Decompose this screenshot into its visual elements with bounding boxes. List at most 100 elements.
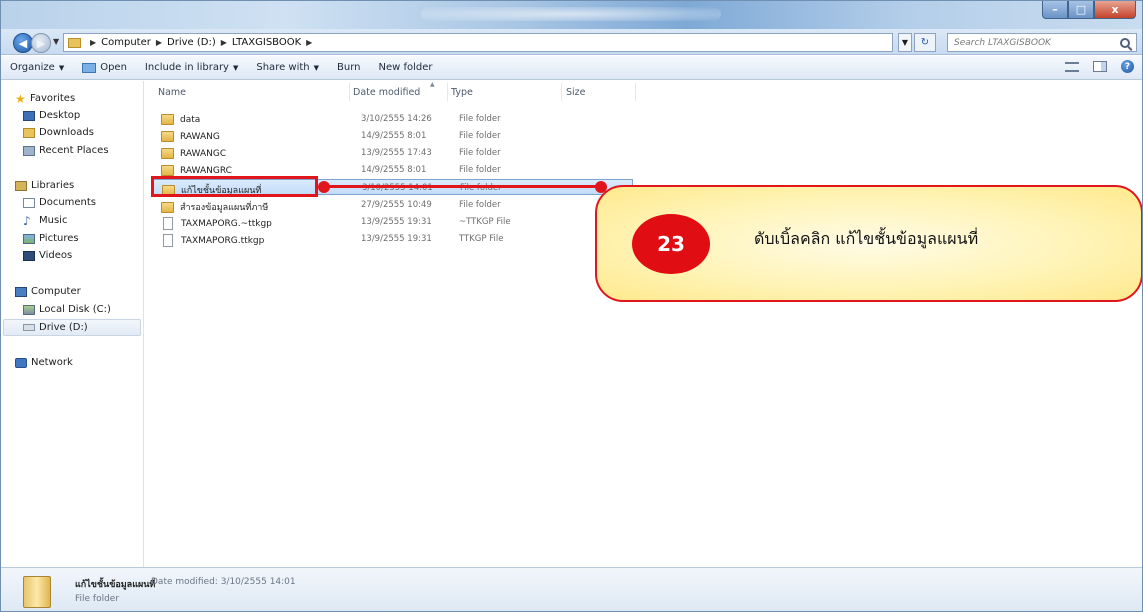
computer-icon	[15, 286, 27, 297]
nav-music[interactable]: ♪ Music	[23, 213, 67, 228]
nav-label: Computer	[31, 286, 81, 297]
details-pane: แก้ไขชั้นข้อมูลแผนที่ Date modified: 3/1…	[1, 567, 1142, 611]
file-row[interactable]: RAWANG 14/9/2555 8:01 File folder	[153, 128, 633, 144]
include-in-library-label: Include in library	[144, 62, 229, 73]
file-row[interactable]: TAXMAPORG.~ttkgp 13/9/2555 19:31 ~TTKGP …	[153, 214, 633, 230]
open-icon	[82, 62, 97, 73]
file-name-cell: TAXMAPORG.ttkgp	[161, 234, 264, 247]
nav-videos[interactable]: Videos	[23, 250, 72, 261]
address-history-dropdown[interactable]: ▼	[898, 33, 912, 52]
nav-favorites[interactable]: ★ Favorites	[15, 93, 75, 105]
address-bar[interactable]: ▶ Computer ▶ Drive (D:) ▶ LTAXGISBOOK ▶	[63, 33, 893, 52]
address-actions: ▼ ↻	[898, 33, 936, 52]
nav-computer[interactable]: Computer	[15, 286, 81, 297]
file-icon	[163, 234, 173, 247]
views-icon[interactable]	[1065, 61, 1079, 72]
nav-label: Documents	[39, 197, 97, 208]
minimize-button[interactable]: –	[1042, 1, 1068, 19]
file-name-cell: RAWANG	[161, 131, 220, 142]
highlight-box	[151, 176, 318, 197]
file-date: 27/9/2555 10:49	[361, 200, 432, 210]
column-headers: ▲ Name Date modified Type Size	[145, 81, 1142, 103]
close-button[interactable]: x	[1094, 1, 1136, 19]
file-row[interactable]: data 3/10/2555 14:26 File folder	[153, 111, 633, 127]
burn-button[interactable]: Burn	[328, 62, 369, 73]
column-header-date-modified[interactable]: Date modified	[353, 87, 420, 98]
navigation-bar: ◀ ▶ ▼ ▶ Computer ▶ Drive (D:) ▶ LTAXGISB…	[1, 29, 1142, 55]
forward-button[interactable]: ▶	[31, 33, 51, 53]
nav-drive-d[interactable]: Drive (D:)	[23, 322, 88, 333]
chevron-right-icon[interactable]: ▶	[306, 38, 312, 47]
callout-connector-line	[324, 185, 602, 188]
open-label: Open	[100, 62, 127, 73]
nav-network[interactable]: Network	[15, 357, 73, 368]
organize-label: Organize	[10, 62, 55, 73]
nav-documents[interactable]: Documents	[23, 197, 96, 208]
column-divider[interactable]	[447, 83, 448, 101]
music-icon: ♪	[23, 213, 31, 228]
hard-disk-icon	[23, 304, 35, 315]
column-header-type[interactable]: Type	[451, 87, 473, 98]
instruction-callout: 23 ดับเบิ้ลคลิก แก้ไขชั้นข้อมูลแผนที่	[595, 185, 1142, 302]
chevron-right-icon[interactable]: ▶	[221, 38, 227, 47]
file-row[interactable]: สำรองข้อมูลแผนที่ภาษี 27/9/2555 10:49 Fi…	[153, 197, 633, 213]
file-date: 14/9/2555 8:01	[361, 165, 427, 175]
help-icon[interactable]: ?	[1121, 60, 1134, 73]
caret-down-icon: ▼	[58, 63, 65, 72]
column-divider[interactable]	[561, 83, 562, 101]
column-divider[interactable]	[635, 83, 636, 101]
file-row[interactable]: TAXMAPORG.ttkgp 13/9/2555 19:31 TTKGP Fi…	[153, 231, 633, 247]
back-button[interactable]: ◀	[13, 33, 33, 53]
network-icon	[15, 357, 27, 368]
share-with-label: Share with	[256, 62, 310, 73]
file-name-cell: RAWANGRC	[161, 165, 232, 176]
column-header-name[interactable]: Name	[158, 87, 186, 98]
chevron-right-icon[interactable]: ▶	[156, 38, 162, 47]
nav-local-disk[interactable]: Local Disk (C:)	[23, 304, 111, 315]
pictures-icon	[23, 233, 35, 244]
file-icon	[163, 217, 173, 230]
nav-downloads[interactable]: Downloads	[23, 127, 94, 138]
open-button[interactable]: Open	[73, 62, 136, 73]
nav-label: Libraries	[31, 180, 75, 191]
chevron-right-icon[interactable]: ▶	[90, 38, 96, 47]
maximize-button[interactable]: □	[1068, 1, 1094, 19]
organize-menu[interactable]: Organize ▼	[1, 62, 73, 73]
search-input[interactable]: Search LTAXGISBOOK	[947, 33, 1137, 52]
recent-pages-dropdown[interactable]: ▼	[53, 37, 59, 46]
file-name: สำรองข้อมูลแผนที่ภาษี	[180, 203, 269, 213]
file-type: File folder	[459, 131, 501, 141]
column-header-size[interactable]: Size	[566, 87, 586, 98]
file-type: File folder	[459, 114, 501, 124]
refresh-icon: ↻	[920, 37, 930, 48]
breadcrumb-computer[interactable]: Computer	[101, 37, 151, 48]
nav-pictures[interactable]: Pictures	[23, 233, 79, 244]
breadcrumb-ltaxgisbook[interactable]: LTAXGISBOOK	[232, 37, 301, 48]
refresh-button[interactable]: ↻	[914, 33, 936, 52]
folder-icon	[23, 576, 51, 608]
search-icon[interactable]	[1120, 37, 1130, 48]
details-item-name: แก้ไขชั้นข้อมูลแผนที่	[75, 580, 156, 590]
videos-icon	[23, 250, 35, 261]
preview-pane-icon[interactable]	[1093, 61, 1107, 72]
title-bar[interactable]: – □ x	[1, 1, 1142, 29]
include-in-library-menu[interactable]: Include in library ▼	[136, 62, 247, 73]
desktop-icon	[23, 110, 35, 121]
file-type: File folder	[459, 200, 501, 210]
navigation-pane: ★ Favorites Desktop Downloads Recent Plac…	[1, 81, 144, 567]
file-name-cell: data	[161, 114, 200, 125]
folder-icon	[161, 131, 174, 142]
file-row[interactable]: RAWANGC 13/9/2555 17:43 File folder	[153, 145, 633, 161]
new-folder-button[interactable]: New folder	[370, 62, 442, 73]
caret-down-icon: ▼	[313, 63, 320, 72]
nav-recent-places[interactable]: Recent Places	[23, 145, 109, 156]
column-divider[interactable]	[349, 83, 350, 101]
nav-libraries[interactable]: Libraries	[15, 180, 74, 191]
file-name: RAWANGC	[180, 148, 227, 159]
nav-desktop[interactable]: Desktop	[23, 110, 80, 121]
file-name: data	[180, 114, 201, 125]
share-with-menu[interactable]: Share with ▼	[247, 62, 328, 73]
breadcrumb-drive-d[interactable]: Drive (D:)	[167, 37, 216, 48]
recent-places-icon	[23, 145, 35, 156]
file-name-cell: RAWANGC	[161, 148, 226, 159]
